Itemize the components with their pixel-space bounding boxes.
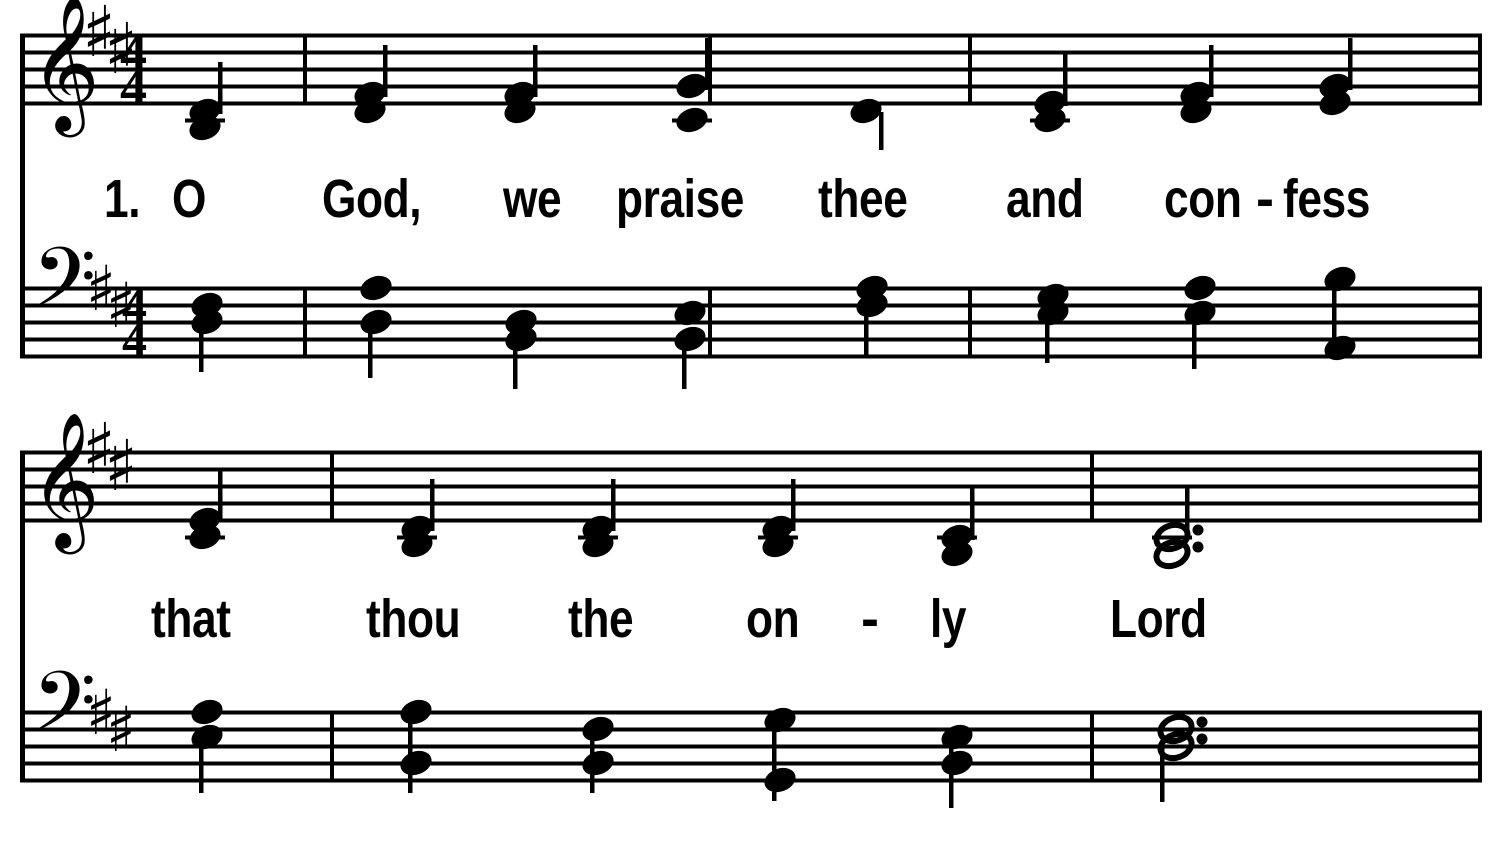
barline: [1478, 33, 1482, 104]
barline: [708, 286, 712, 359]
chord: [185, 470, 225, 550]
time-signature: 4 4: [122, 277, 147, 367]
chord: [1324, 266, 1356, 361]
augmentation-dot: [1192, 524, 1204, 536]
system-2-bass-staff-lines: [20, 710, 1482, 783]
barline: [303, 286, 307, 359]
system-1-left-barline: [20, 33, 25, 359]
chord: [191, 292, 223, 372]
chord: [764, 707, 796, 801]
system-1-bass-staff-lines: [20, 286, 1482, 359]
chord: [1184, 275, 1216, 369]
music-notation-canvas: 𝄞 ♯ ♯ 4 4 𝄢 ♯ ♯ 4 4 𝄞 ♯ ♯ 𝄢 ♯ ♯: [20, 0, 1482, 808]
svg-text:♯: ♯: [104, 425, 138, 507]
chord-dotted-half: [1152, 487, 1204, 570]
barline: [968, 286, 972, 359]
augmentation-dot: [1192, 541, 1204, 553]
sheet-music-page: 𝄞 ♯ ♯ 4 4 𝄢 ♯ ♯ 4 4 𝄞 ♯ ♯ 𝄢 ♯ ♯ 1. O God…: [0, 0, 1500, 845]
barline: [1090, 450, 1094, 523]
svg-text:♯: ♯: [106, 693, 136, 766]
system-1: 𝄞 ♯ ♯ 4 4 𝄢 ♯ ♯ 4 4: [20, 0, 1482, 389]
barline: [968, 33, 972, 104]
chord-dotted-half: [1157, 713, 1208, 802]
barline: [1478, 710, 1482, 783]
system-2-treble-staff-lines: [20, 450, 1482, 523]
barline: [1478, 286, 1482, 359]
barline: [1478, 450, 1482, 523]
barline: [303, 33, 307, 104]
system-1-treble-staff-lines: [20, 33, 1482, 106]
chord: [937, 488, 977, 567]
system-2-left-barline: [20, 450, 25, 783]
chord: [941, 724, 973, 808]
time-signature: 4 4: [120, 22, 147, 117]
chord: [505, 309, 537, 389]
barline: [330, 450, 334, 523]
augmentation-dot: [1196, 716, 1208, 728]
time-signature-denominator: 4: [120, 57, 147, 117]
time-signature-denominator: 4: [122, 311, 147, 367]
chord: [360, 275, 392, 378]
chord: [674, 300, 706, 389]
barline: [1090, 710, 1094, 783]
augmentation-dot: [1196, 733, 1208, 745]
chord: [191, 699, 223, 793]
chord: [856, 275, 888, 355]
chord: [1030, 54, 1070, 133]
system-2: 𝄞 ♯ ♯ 𝄢 ♯ ♯: [20, 408, 1482, 808]
chord: [400, 699, 432, 793]
chord: [1319, 38, 1353, 116]
barline: [330, 710, 334, 783]
